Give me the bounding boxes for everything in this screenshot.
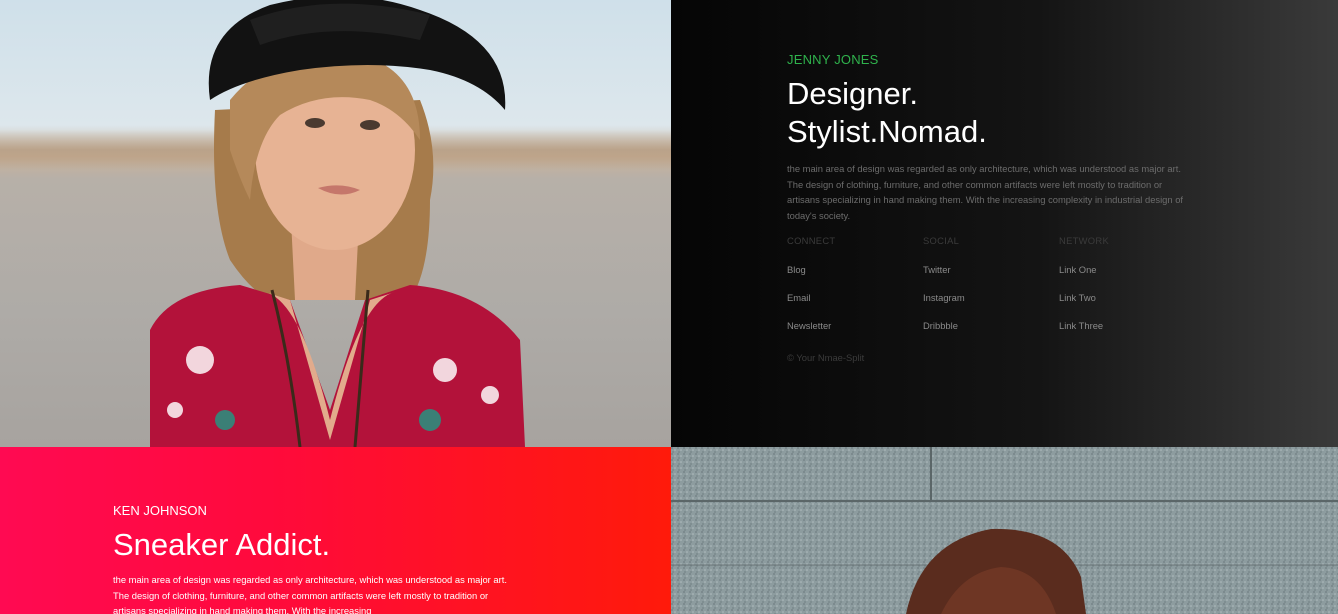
link-one[interactable]: Link One (1059, 264, 1195, 292)
link-column-network: NETWORK Link One Link Two Link Three (1059, 235, 1195, 348)
copyright-text: © Your Nmae-Split (787, 352, 865, 363)
link-column-connect: CONNECT Blog Email Newsletter (787, 235, 923, 348)
wall-illustration (671, 447, 1338, 614)
profile-content-jenny: JENNY JONES Designer. Stylist.Nomad. the… (787, 52, 1187, 363)
profile-name: KEN JOHNSON (113, 503, 207, 518)
portrait-photo-woman-hat (0, 0, 671, 447)
profile-panel-ken: KEN JOHNSON Sneaker Addict. the main are… (0, 447, 671, 614)
split-page: JENNY JONES Designer. Stylist.Nomad. the… (0, 0, 1338, 614)
profile-description: the main area of design was regarded as … (113, 574, 507, 614)
portrait-photo-granite-wall (671, 447, 1338, 614)
headline-line-2: Stylist.Nomad. (787, 114, 987, 149)
link-two[interactable]: Link Two (1059, 292, 1195, 320)
profile-name: JENNY JONES (787, 52, 879, 67)
headline-line-1: Designer. (787, 76, 918, 111)
profile-headline: Sneaker Addict. (113, 527, 331, 562)
column-heading-connect: CONNECT (787, 235, 836, 246)
link-three[interactable]: Link Three (1059, 320, 1195, 348)
profile-headline: Designer. Stylist.Nomad. (787, 75, 1187, 151)
link-dribbble[interactable]: Dribbble (923, 320, 1059, 348)
link-blog[interactable]: Blog (787, 264, 923, 292)
link-column-social: SOCIAL Twitter Instagram Dribbble (923, 235, 1059, 348)
link-email[interactable]: Email (787, 292, 923, 320)
link-newsletter[interactable]: Newsletter (787, 320, 923, 348)
link-instagram[interactable]: Instagram (923, 292, 1059, 320)
profile-content-ken: KEN JOHNSON Sneaker Addict. the main are… (113, 503, 513, 614)
column-heading-network: NETWORK (1059, 235, 1110, 246)
profile-description: the main area of design was regarded as … (787, 163, 1184, 221)
column-heading-social: SOCIAL (923, 235, 960, 246)
links-grid: CONNECT Blog Email Newsletter SOCIAL Twi… (787, 235, 1187, 348)
profile-panel-jenny: JENNY JONES Designer. Stylist.Nomad. the… (671, 0, 1338, 447)
portrait-illustration (150, 0, 525, 447)
link-twitter[interactable]: Twitter (923, 264, 1059, 292)
